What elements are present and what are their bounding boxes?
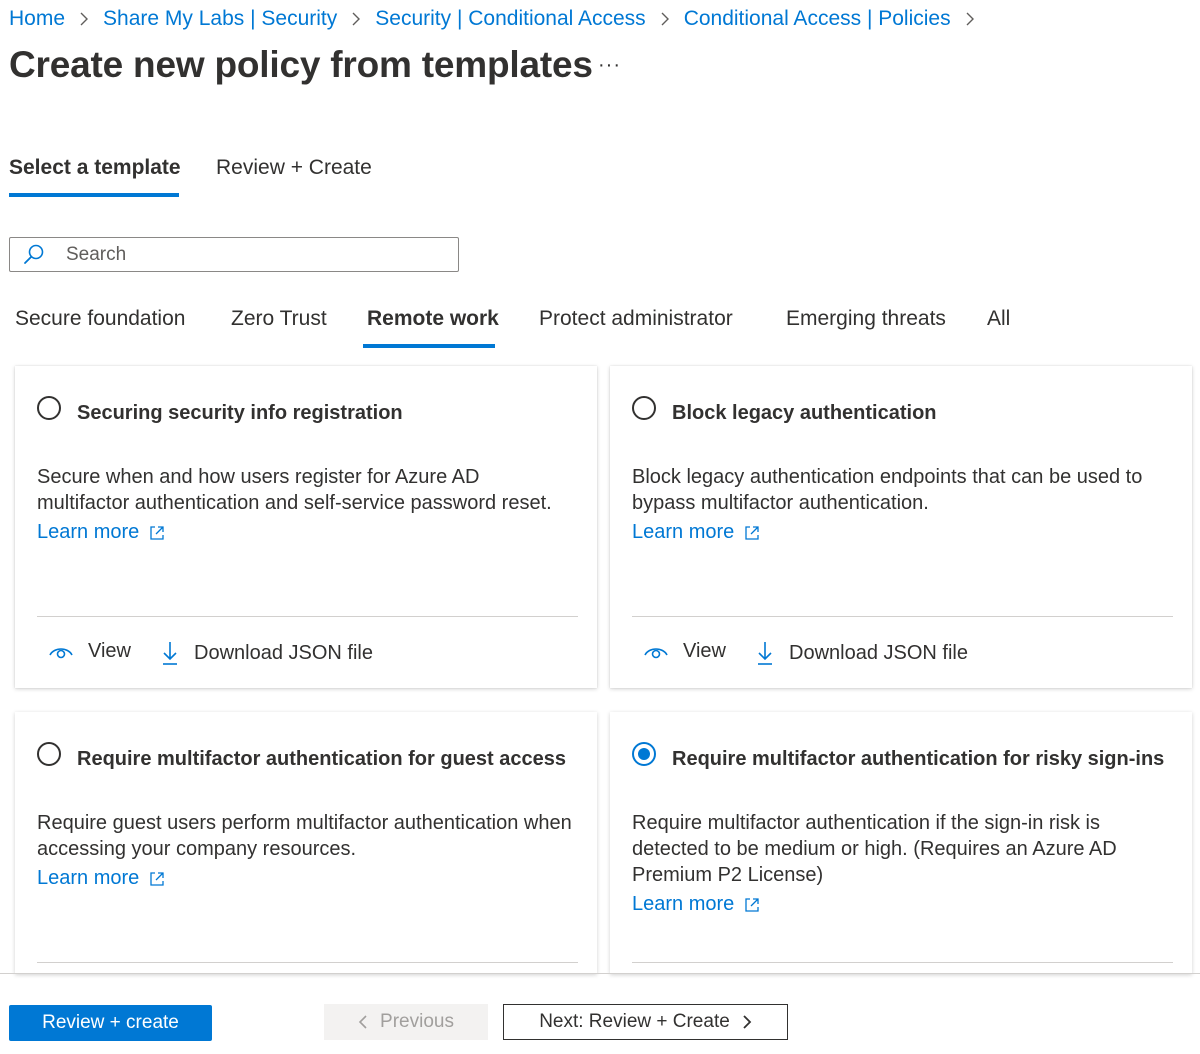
category-all[interactable]: All [987, 307, 1010, 331]
chevron-left-icon [358, 1015, 367, 1029]
template-card: Require multifactor authentication for g… [15, 712, 597, 974]
breadcrumb: Home Share My Labs | Security Security |… [9, 4, 989, 34]
next-label: Next: Review + Create [539, 1011, 730, 1032]
template-radio[interactable] [632, 396, 656, 420]
external-link-icon [150, 871, 164, 886]
divider [37, 962, 578, 963]
view-button[interactable]: View [643, 640, 726, 663]
next-review-create-button[interactable]: Next: Review + Create [503, 1004, 788, 1040]
category-secure-foundation[interactable]: Secure foundation [15, 307, 185, 331]
divider [37, 616, 578, 617]
chevron-right-icon [658, 12, 672, 26]
external-link-icon [745, 525, 759, 540]
divider [632, 616, 1173, 617]
template-description: Require multifactor authentication if th… [632, 812, 1117, 886]
breadcrumb-home[interactable]: Home [9, 7, 65, 31]
download-json-button[interactable]: Download JSON file [755, 640, 968, 666]
learn-more-label: Learn more [37, 867, 140, 889]
template-card: Block legacy authentication Block legacy… [610, 366, 1192, 688]
eye-icon [644, 647, 668, 658]
download-icon [163, 642, 177, 665]
eye-icon [49, 647, 73, 658]
learn-more-link[interactable]: Learn more [37, 521, 165, 544]
divider [632, 962, 1173, 963]
learn-more-label: Learn more [632, 521, 735, 543]
template-card: Securing security info registration Secu… [15, 366, 597, 688]
learn-more-label: Learn more [632, 893, 735, 915]
template-title: Require multifactor authentication for r… [672, 748, 1165, 770]
footer-divider [0, 973, 1200, 974]
breadcrumb-share-my-labs-security[interactable]: Share My Labs | Security [103, 7, 337, 31]
external-link-icon [150, 525, 164, 540]
review-create-button[interactable]: Review + create [9, 1005, 212, 1041]
external-link-icon [745, 897, 759, 912]
chevron-right-icon [963, 12, 977, 26]
template-radio-selected[interactable] [632, 742, 656, 766]
download-label: Download JSON file [789, 641, 968, 664]
chevron-right-icon [349, 12, 363, 26]
template-description: Secure when and how users register for A… [37, 466, 552, 514]
category-zero-trust[interactable]: Zero Trust [231, 307, 327, 331]
learn-more-link[interactable]: Learn more [632, 893, 760, 916]
template-title: Block legacy authentication [672, 402, 937, 424]
template-description: Require guest users perform multifactor … [37, 812, 572, 860]
download-json-button[interactable]: Download JSON file [160, 640, 373, 666]
tab-select-a-template[interactable]: Select a template [9, 156, 181, 180]
active-category-indicator [363, 344, 495, 348]
template-card: Require multifactor authentication for r… [610, 712, 1192, 974]
template-title: Require multifactor authentication for g… [77, 748, 566, 770]
tab-review-create[interactable]: Review + Create [216, 156, 372, 180]
learn-more-link[interactable]: Learn more [632, 521, 760, 544]
breadcrumb-security-conditional-access[interactable]: Security | Conditional Access [375, 7, 645, 31]
template-title: Securing security info registration [77, 402, 403, 424]
download-icon [758, 642, 772, 665]
category-remote-work[interactable]: Remote work [367, 307, 499, 331]
view-label: View [88, 640, 131, 662]
template-description: Block legacy authentication endpoints th… [632, 466, 1143, 514]
template-radio[interactable] [37, 396, 61, 420]
search-input[interactable] [64, 242, 448, 267]
previous-button[interactable]: Previous [324, 1004, 488, 1040]
category-protect-administrator[interactable]: Protect administrator [539, 307, 733, 331]
search-box[interactable] [9, 237, 459, 272]
previous-label: Previous [380, 1011, 454, 1032]
breadcrumb-conditional-access-policies[interactable]: Conditional Access | Policies [684, 7, 951, 31]
more-options-button[interactable]: ··· [598, 54, 621, 77]
chevron-right-icon [743, 1015, 752, 1029]
page-title: Create new policy from templates [9, 44, 593, 85]
active-tab-indicator [9, 193, 179, 197]
view-button[interactable]: View [48, 640, 131, 663]
search-icon [24, 244, 44, 264]
view-label: View [683, 640, 726, 662]
template-radio[interactable] [37, 742, 61, 766]
download-label: Download JSON file [194, 641, 373, 664]
learn-more-label: Learn more [37, 521, 140, 543]
category-emerging-threats[interactable]: Emerging threats [786, 307, 946, 331]
chevron-right-icon [77, 12, 91, 26]
learn-more-link[interactable]: Learn more [37, 867, 165, 890]
